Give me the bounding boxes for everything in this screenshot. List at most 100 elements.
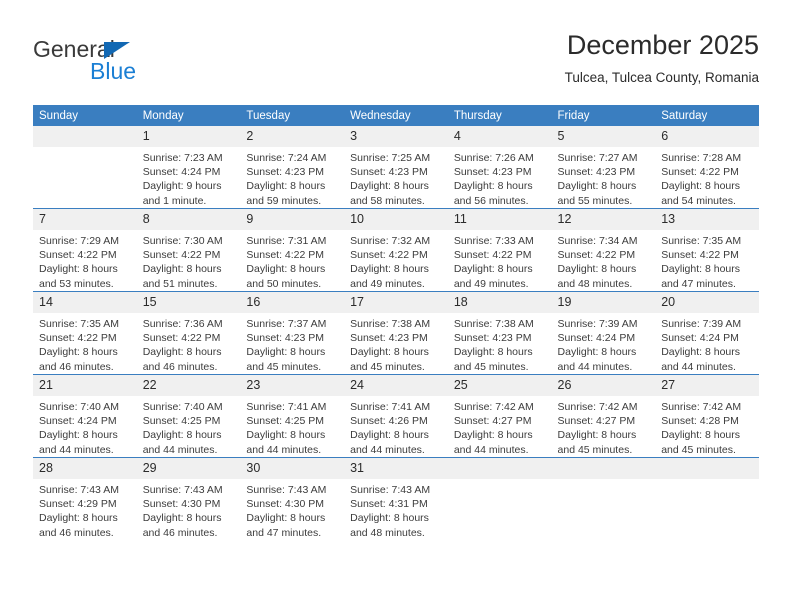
day-number: 28 (33, 458, 137, 479)
calendar-day-cell[interactable]: 29 Sunrise: 7:43 AM Sunset: 4:30 PM Dayligh… (136, 457, 241, 540)
day-daylight2-text: and 44 minutes. (661, 360, 736, 373)
day-details: Sunrise: 7:27 AM Sunset: 4:23 PM Daylight:… (552, 147, 656, 208)
calendar-week-row: 21 Sunrise: 7:40 AM Sunset: 4:24 PM Dayligh… (33, 374, 759, 458)
calendar-day-cell[interactable]: 9 Sunrise: 7:31 AM Sunset: 4:22 PM Daylight… (240, 208, 345, 292)
day-sunrise-text: Sunrise: 7:28 AM (661, 152, 742, 164)
calendar-day-cell[interactable]: 17 Sunrise: 7:38 AM Sunset: 4:23 PM Dayligh… (344, 291, 448, 375)
logo-triangle-icon (104, 42, 130, 59)
day-number: 26 (551, 375, 656, 396)
day-sunset-text: Sunset: 4:27 PM (453, 415, 532, 428)
calendar-cell-empty (447, 457, 552, 540)
day-sunrise-text: Sunrise: 7:35 AM (39, 318, 119, 330)
page-title: December 2025 (566, 30, 759, 60)
day-daylight2-text: and 49 minutes. (453, 277, 529, 290)
calendar-day-cell[interactable]: 30 Sunrise: 7:43 AM Sunset: 4:30 PM Dayligh… (240, 457, 345, 540)
general-blue-logo: General Blue (33, 36, 243, 92)
day-details: Sunrise: 7:41 AM Sunset: 4:26 PM Daylight:… (344, 396, 448, 457)
day-daylight2-text: and 45 minutes. (246, 360, 322, 373)
day-details: Sunrise: 7:39 AM Sunset: 4:24 PM Daylight:… (552, 313, 656, 374)
calendar-day-cell[interactable]: 31 Sunrise: 7:43 AM Sunset: 4:31 PM Dayligh… (344, 457, 448, 540)
day-daylight1-text: Daylight: 8 hours (557, 180, 637, 193)
day-sunset-text: Sunset: 4:22 PM (350, 249, 428, 262)
day-sunrise-text: Sunrise: 7:33 AM (453, 235, 534, 247)
day-number (551, 458, 656, 479)
calendar-day-cell[interactable]: 27 Sunrise: 7:42 AM Sunset: 4:28 PM Dayligh… (655, 374, 759, 458)
calendar-day-cell[interactable]: 15 Sunrise: 7:36 AM Sunset: 4:22 PM Dayligh… (136, 291, 241, 375)
calendar-day-cell[interactable]: 26 Sunrise: 7:42 AM Sunset: 4:27 PM Dayligh… (551, 374, 656, 458)
calendar-day-cell[interactable]: 2 Sunrise: 7:24 AM Sunset: 4:23 PM Daylight… (240, 126, 345, 209)
day-daylight2-text: and 44 minutes. (557, 360, 633, 373)
day-sunset-text: Sunset: 4:22 PM (142, 332, 221, 345)
calendar-day-cell[interactable]: 14 Sunrise: 7:35 AM Sunset: 4:22 PM Dayligh… (33, 291, 137, 375)
day-sunrise-text: Sunrise: 7:39 AM (661, 318, 742, 330)
calendar-day-cell[interactable]: 21 Sunrise: 7:40 AM Sunset: 4:24 PM Dayligh… (33, 374, 137, 458)
calendar-day-cell[interactable]: 1 Sunrise: 7:23 AM Sunset: 4:24 PM Daylight… (136, 126, 241, 209)
day-daylight2-text: and 45 minutes. (661, 443, 736, 456)
calendar-day-cell[interactable]: 5 Sunrise: 7:27 AM Sunset: 4:23 PM Daylight… (551, 126, 656, 209)
day-details: Sunrise: 7:43 AM Sunset: 4:30 PM Daylight:… (137, 479, 241, 540)
page-subtitle: Tulcea, Tulcea County, Romania (564, 70, 759, 85)
day-number: 27 (655, 375, 759, 396)
day-details (551, 479, 656, 483)
day-number: 5 (551, 126, 656, 147)
day-number: 3 (344, 126, 448, 147)
calendar-day-cell[interactable]: 25 Sunrise: 7:42 AM Sunset: 4:27 PM Dayligh… (447, 374, 552, 458)
day-number: 4 (447, 126, 552, 147)
day-sunrise-text: Sunrise: 7:30 AM (142, 235, 223, 247)
day-details: Sunrise: 7:35 AM Sunset: 4:22 PM Daylight:… (655, 230, 759, 291)
calendar-day-cell[interactable]: 6 Sunrise: 7:28 AM Sunset: 4:22 PM Daylight… (655, 126, 759, 209)
calendar-day-cell[interactable]: 22 Sunrise: 7:40 AM Sunset: 4:25 PM Dayligh… (136, 374, 241, 458)
day-details: Sunrise: 7:36 AM Sunset: 4:22 PM Daylight:… (137, 313, 241, 374)
day-sunrise-text: Sunrise: 7:40 AM (39, 401, 119, 413)
calendar-body: 1 Sunrise: 7:23 AM Sunset: 4:24 PM Daylight… (33, 126, 759, 540)
day-daylight2-text: and 56 minutes. (453, 194, 529, 207)
calendar-day-cell[interactable]: 10 Sunrise: 7:32 AM Sunset: 4:22 PM Dayligh… (344, 208, 448, 292)
day-daylight1-text: Daylight: 8 hours (142, 346, 222, 359)
calendar-day-cell[interactable]: 8 Sunrise: 7:30 AM Sunset: 4:22 PM Daylight… (136, 208, 241, 292)
day-number: 17 (344, 292, 448, 313)
day-details: Sunrise: 7:43 AM Sunset: 4:30 PM Daylight:… (240, 479, 344, 540)
calendar-day-cell[interactable]: 4 Sunrise: 7:26 AM Sunset: 4:23 PM Daylight… (447, 126, 552, 209)
calendar-day-cell[interactable]: 28 Sunrise: 7:43 AM Sunset: 4:29 PM Dayligh… (33, 457, 137, 540)
day-number: 29 (136, 458, 241, 479)
day-daylight1-text: Daylight: 8 hours (246, 346, 326, 359)
day-daylight1-text: Daylight: 8 hours (350, 429, 429, 442)
day-details: Sunrise: 7:29 AM Sunset: 4:22 PM Daylight:… (33, 230, 137, 291)
day-daylight1-text: Daylight: 8 hours (557, 263, 637, 276)
calendar-day-cell[interactable]: 7 Sunrise: 7:29 AM Sunset: 4:22 PM Daylight… (33, 208, 137, 292)
day-daylight1-text: Daylight: 8 hours (246, 263, 326, 276)
day-number (655, 458, 759, 479)
day-details: Sunrise: 7:30 AM Sunset: 4:22 PM Daylight:… (137, 230, 241, 291)
day-number: 8 (136, 209, 241, 230)
calendar-day-cell[interactable]: 18 Sunrise: 7:38 AM Sunset: 4:23 PM Dayligh… (447, 291, 552, 375)
day-sunrise-text: Sunrise: 7:38 AM (453, 318, 534, 330)
day-sunset-text: Sunset: 4:23 PM (350, 332, 428, 345)
calendar-day-cell[interactable]: 19 Sunrise: 7:39 AM Sunset: 4:24 PM Dayligh… (551, 291, 656, 375)
calendar-day-cell[interactable]: 12 Sunrise: 7:34 AM Sunset: 4:22 PM Dayligh… (551, 208, 656, 292)
day-sunset-text: Sunset: 4:30 PM (142, 498, 221, 511)
day-number: 6 (655, 126, 759, 147)
calendar-day-cell[interactable]: 20 Sunrise: 7:39 AM Sunset: 4:24 PM Dayligh… (655, 291, 759, 375)
calendar-day-cell[interactable]: 11 Sunrise: 7:33 AM Sunset: 4:22 PM Dayligh… (447, 208, 552, 292)
day-details: Sunrise: 7:38 AM Sunset: 4:23 PM Daylight:… (448, 313, 552, 374)
weekday-header-saturday: Saturday (655, 105, 759, 126)
day-number: 21 (33, 375, 137, 396)
day-details: Sunrise: 7:26 AM Sunset: 4:23 PM Daylight:… (448, 147, 552, 208)
day-daylight2-text: and 45 minutes. (453, 360, 529, 373)
calendar-day-cell[interactable]: 3 Sunrise: 7:25 AM Sunset: 4:23 PM Daylight… (344, 126, 448, 209)
calendar-day-cell[interactable]: 16 Sunrise: 7:37 AM Sunset: 4:23 PM Dayligh… (240, 291, 345, 375)
day-sunset-text: Sunset: 4:26 PM (350, 415, 428, 428)
calendar-day-cell[interactable]: 13 Sunrise: 7:35 AM Sunset: 4:22 PM Dayligh… (655, 208, 759, 292)
day-sunset-text: Sunset: 4:25 PM (142, 415, 221, 428)
day-details: Sunrise: 7:33 AM Sunset: 4:22 PM Daylight:… (448, 230, 552, 291)
day-sunset-text: Sunset: 4:22 PM (246, 249, 325, 262)
calendar-day-cell[interactable]: 24 Sunrise: 7:41 AM Sunset: 4:26 PM Dayligh… (344, 374, 448, 458)
day-daylight1-text: Daylight: 8 hours (557, 346, 637, 359)
day-daylight1-text: Daylight: 8 hours (661, 180, 741, 193)
calendar-day-cell[interactable]: 23 Sunrise: 7:41 AM Sunset: 4:25 PM Dayligh… (240, 374, 345, 458)
day-daylight1-text: Daylight: 8 hours (661, 263, 741, 276)
calendar-table: Sunday Monday Tuesday Wednesday Thursday… (33, 105, 759, 540)
day-details (447, 479, 552, 483)
day-sunset-text: Sunset: 4:24 PM (661, 332, 739, 345)
day-details (33, 147, 137, 151)
